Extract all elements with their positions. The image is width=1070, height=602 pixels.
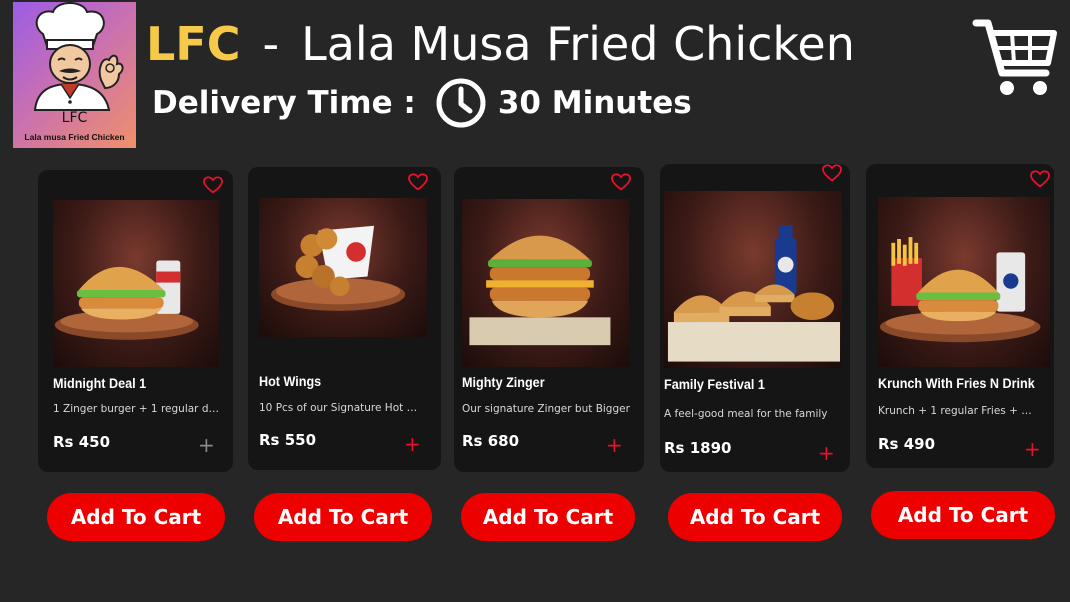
favorite-heart-icon[interactable] [611, 173, 631, 195]
add-plus-icon[interactable]: + [198, 435, 215, 455]
product-price: Rs 550 [259, 431, 317, 449]
product-title: Family Festival 1 [664, 376, 765, 392]
logo-subtitle: Lala musa Fried Chicken [24, 132, 125, 142]
product-title: Krunch With Fries N Drink [878, 375, 1035, 391]
product-image [462, 199, 629, 367]
delivery-info: Delivery Time : 30 Minutes [152, 78, 692, 128]
product-price: Rs 490 [878, 435, 936, 453]
cart-icon[interactable] [972, 15, 1058, 99]
product-price: Rs 680 [462, 432, 520, 450]
brand-name: Lala Musa Fried Chicken [301, 17, 855, 71]
favorite-heart-icon[interactable] [203, 176, 223, 198]
add-to-cart-button[interactable]: Add To Cart [47, 493, 225, 541]
clock-icon [436, 78, 486, 128]
product-description: Our signature Zinger but Bigger [462, 403, 630, 415]
favorite-heart-icon[interactable] [1030, 170, 1050, 192]
delivery-value: 30 Minutes [497, 85, 692, 121]
product-card[interactable]: Krunch With Fries N Drink Krunch + 1 reg… [866, 164, 1054, 468]
product-card[interactable]: Family Festival 1 A feel-good meal for t… [660, 164, 850, 472]
product-card[interactable]: Hot Wings 10 Pcs of our Signature Hot & … [248, 167, 441, 470]
add-plus-icon[interactable]: + [606, 435, 623, 455]
brand-abbr: LFC [146, 17, 241, 71]
brand-dash: - [262, 17, 280, 71]
logo-abbr: LFC [61, 110, 88, 126]
chef-illustration [33, 2, 124, 111]
product-image [878, 197, 1050, 367]
product-image [53, 200, 219, 367]
brand-title: LFC - Lala Musa Fried Chicken [146, 14, 855, 74]
product-description: 10 Pcs of our Signature Hot & Crispy Win… [259, 402, 419, 414]
product-description: A feel-good meal for the family [664, 408, 828, 420]
add-plus-icon[interactable]: + [404, 434, 421, 454]
product-card[interactable]: Midnight Deal 1 1 Zinger burger + 1 regu… [38, 170, 233, 472]
product-title: Midnight Deal 1 [53, 375, 147, 391]
product-title: Mighty Zinger [462, 374, 545, 390]
product-image [664, 191, 842, 368]
brand-logo: LFC Lala musa Fried Chicken [13, 2, 136, 148]
delivery-label: Delivery Time : [152, 85, 416, 121]
product-price: Rs 1890 [664, 439, 732, 457]
favorite-heart-icon[interactable] [408, 173, 428, 195]
product-card[interactable]: Mighty Zinger Our signature Zinger but B… [454, 167, 644, 472]
favorite-heart-icon[interactable] [822, 164, 842, 186]
add-to-cart-button[interactable]: Add To Cart [668, 493, 842, 541]
add-to-cart-button[interactable]: Add To Cart [461, 493, 635, 541]
product-image [259, 198, 427, 337]
add-plus-icon[interactable]: + [818, 443, 835, 463]
add-to-cart-button[interactable]: Add To Cart [871, 491, 1055, 539]
add-plus-icon[interactable]: + [1024, 439, 1041, 459]
product-description: Krunch + 1 regular Fries + 1 drink [878, 405, 1038, 417]
add-to-cart-button[interactable]: Add To Cart [254, 493, 432, 541]
product-title: Hot Wings [259, 373, 322, 389]
product-description: 1 Zinger burger + 1 regular drink [53, 403, 223, 415]
product-price: Rs 450 [53, 433, 111, 451]
